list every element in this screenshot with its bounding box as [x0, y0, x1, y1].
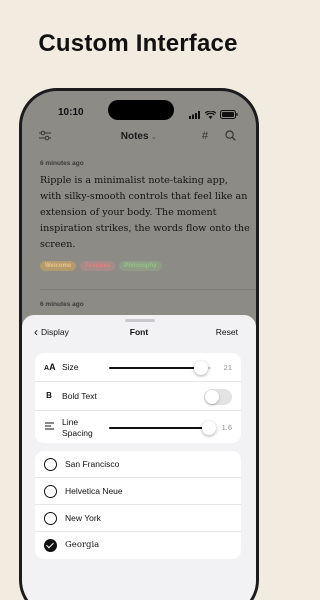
note-divider [40, 289, 256, 290]
checkmark-icon[interactable] [44, 539, 57, 552]
note-card[interactable]: 6 minutes ago [40, 301, 250, 308]
font-name: Helvetica Neue [65, 486, 123, 496]
font-options-card: AA Size 21 B Bold Text Line Spacing 1.6 [35, 353, 241, 443]
size-slider-fill [109, 367, 201, 369]
size-slider-knob[interactable] [194, 361, 208, 375]
wifi-icon [204, 106, 217, 124]
font-settings-sheet: ‹ Display Font Reset AA Size 21 B Bold T… [22, 315, 256, 600]
line-spacing-slider-knob[interactable] [202, 421, 216, 435]
sheet-grabber[interactable] [125, 319, 155, 322]
size-row: AA Size 21 [35, 353, 241, 382]
bold-text-row: B Bold Text [35, 382, 241, 411]
app-header: Notes ⌄ # [22, 129, 256, 157]
line-spacing-row: Line Spacing 1.6 [35, 411, 241, 443]
chevron-down-icon: ⌄ [150, 132, 158, 141]
notes-title: Notes [120, 131, 149, 142]
line-spacing-label: Line Spacing [62, 417, 93, 438]
font-family-list: San Francisco Helvetica Neue New York Ge… [35, 451, 241, 559]
headline: Custom Interface [38, 30, 238, 57]
sheet-nav-bar: ‹ Display Font Reset [22, 326, 256, 343]
line-spacing-icon [44, 422, 54, 432]
font-option[interactable]: Helvetica Neue [35, 478, 241, 505]
phone-frame: 10:10 Notes ⌄ # 6 minutes ago Ripple is … [19, 88, 259, 600]
bold-text-label: Bold Text [62, 391, 97, 401]
signal-icon [189, 106, 201, 124]
font-option[interactable]: San Francisco [35, 451, 241, 478]
radio-button[interactable] [44, 485, 57, 498]
note-timestamp: 6 minutes ago [40, 160, 84, 167]
font-option[interactable]: Georgia [35, 532, 241, 559]
reset-button[interactable]: Reset [216, 327, 238, 337]
bold-icon: B [46, 391, 52, 400]
toggle-knob [205, 390, 219, 404]
font-option[interactable]: New York [35, 505, 241, 532]
font-name: San Francisco [65, 459, 120, 469]
note-card[interactable]: 6 minutes ago Ripple is a minimalist not… [40, 160, 250, 271]
search-icon[interactable] [225, 130, 236, 144]
radio-button[interactable] [44, 512, 57, 525]
radio-button[interactable] [44, 458, 57, 471]
status-time: 10:10 [58, 107, 84, 118]
tag-welcome[interactable]: Welcome [40, 261, 77, 271]
note-tags: Welcome Features Philosophy [40, 261, 250, 271]
note-body: Ripple is a minimalist note-taking app, … [40, 175, 250, 250]
battery-icon [220, 106, 238, 124]
bold-text-toggle[interactable] [204, 389, 232, 405]
app-screen: 10:10 Notes ⌄ # 6 minutes ago Ripple is … [22, 91, 256, 600]
note-timestamp: 6 minutes ago [40, 301, 84, 308]
line-spacing-slider-fill [109, 427, 209, 429]
size-label: Size [62, 362, 79, 372]
tag-features[interactable]: Features [80, 261, 116, 271]
font-name: Georgia [65, 540, 100, 550]
line-spacing-value: 1.6 [221, 423, 232, 432]
font-name: New York [65, 513, 101, 523]
hashtag-icon[interactable]: # [202, 130, 208, 142]
line-spacing-slider[interactable] [109, 421, 216, 435]
notes-title-dropdown[interactable]: Notes ⌄ [22, 131, 256, 142]
status-bar: 10:10 [22, 91, 256, 129]
tag-philosophy[interactable]: Philosophy [119, 261, 162, 271]
text-size-icon: AA [44, 362, 56, 372]
size-value: 21 [223, 363, 232, 372]
dynamic-island [108, 100, 174, 120]
size-slider[interactable] [109, 361, 211, 375]
